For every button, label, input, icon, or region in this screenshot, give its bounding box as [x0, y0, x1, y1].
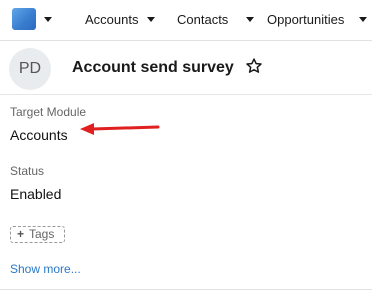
red-arrow-annotation	[80, 123, 160, 135]
nav-item-contacts[interactable]: Contacts	[177, 12, 255, 28]
nav-item-accounts[interactable]: Accounts	[85, 12, 157, 28]
top-navigation-bar: Accounts Contacts Opportunities	[0, 0, 372, 41]
nav-item-label: Accounts	[85, 12, 139, 27]
app-menu-button[interactable]	[12, 8, 54, 32]
record-header: PD Account send survey	[0, 41, 372, 95]
show-more-link[interactable]: Show more...	[10, 262, 81, 276]
chevron-down-icon[interactable]	[147, 17, 155, 22]
star-icon[interactable]	[245, 57, 263, 75]
chevron-down-icon[interactable]	[246, 17, 254, 22]
plus-icon: +	[17, 227, 25, 241]
target-module-value: Accounts	[10, 127, 68, 143]
chevron-down-icon	[44, 17, 52, 22]
nav-item-label: Opportunities	[267, 12, 345, 27]
tags-label: Tags	[29, 227, 55, 241]
chevron-down-icon[interactable]	[359, 17, 367, 22]
target-module-label: Target Module	[10, 105, 87, 119]
status-value: Enabled	[10, 186, 62, 202]
nav-item-opportunities[interactable]: Opportunities	[267, 12, 372, 28]
divider	[0, 289, 372, 290]
app-logo-icon	[12, 8, 36, 30]
avatar: PD	[9, 48, 51, 90]
add-tags-button[interactable]: + Tags	[10, 226, 65, 243]
nav-item-label: Contacts	[177, 12, 229, 27]
page-title: Account send survey	[72, 59, 234, 76]
status-label: Status	[10, 164, 45, 178]
